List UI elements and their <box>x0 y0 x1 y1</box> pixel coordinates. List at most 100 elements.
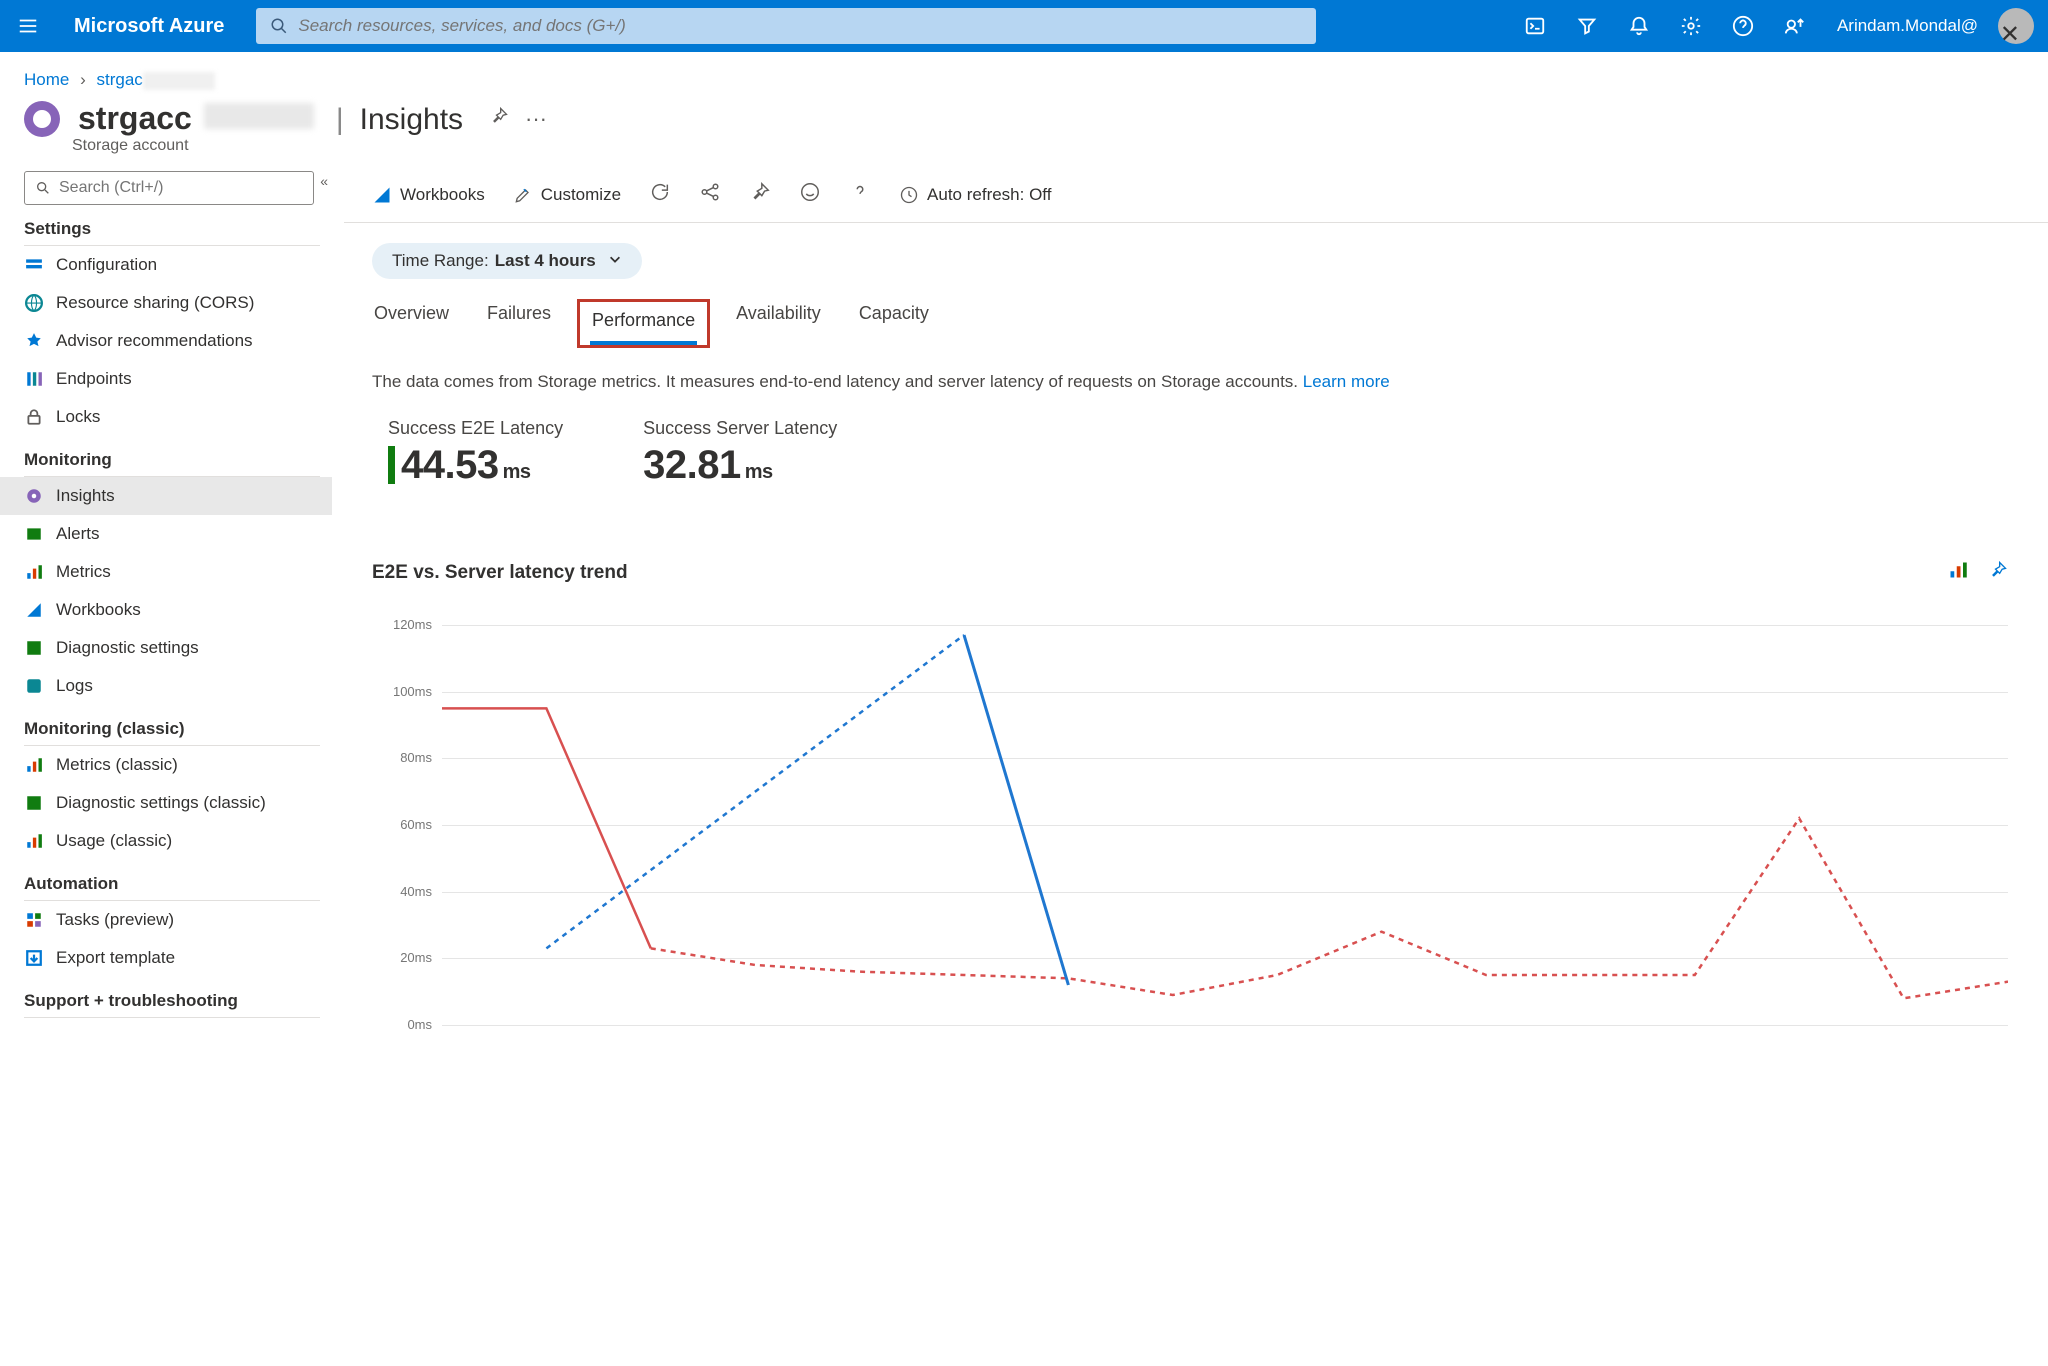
filter-bar: Time Range: Last 4 hours <box>344 223 2048 295</box>
sidebar-item-endpoints[interactable]: Endpoints <box>24 360 320 398</box>
sidebar-item-locks[interactable]: Locks <box>24 398 320 436</box>
kpi-value: 44.53ms <box>388 443 563 488</box>
tab-performance[interactable]: Performance <box>590 306 697 345</box>
sidebar-item-metrics[interactable]: Metrics <box>24 553 320 591</box>
search-icon <box>270 17 288 35</box>
breadcrumb: Home › strgac <box>0 52 2048 100</box>
tab-overview[interactable]: Overview <box>372 299 451 348</box>
sidebar-item-workbooks[interactable]: Workbooks <box>24 591 320 629</box>
description-text: The data comes from Storage metrics. It … <box>372 372 1303 391</box>
main-content: Workbooks Customize Auto refresh: Off Ti… <box>344 163 2048 1366</box>
sidebar-item-label: Locks <box>56 407 100 427</box>
collapse-sidebar-icon[interactable]: « <box>320 173 328 189</box>
directory-filter-icon[interactable] <box>1561 0 1613 52</box>
pin-icon[interactable] <box>489 106 509 131</box>
sidebar-item-label: Resource sharing (CORS) <box>56 293 254 313</box>
notifications-icon[interactable] <box>1613 0 1665 52</box>
nav-group-settings: Settings <box>24 213 320 246</box>
y-tick-label: 100ms <box>393 684 432 699</box>
time-range-picker[interactable]: Time Range: Last 4 hours <box>372 243 642 279</box>
sidebar-item-diagnostic-classic[interactable]: Diagnostic settings (classic) <box>24 784 320 822</box>
insights-tabs: Overview Failures Performance Availabili… <box>344 295 2048 348</box>
sidebar-item-label: Alerts <box>56 524 99 544</box>
breadcrumb-home[interactable]: Home <box>24 70 69 89</box>
sidebar-item-usage-classic[interactable]: Usage (classic) <box>24 822 320 860</box>
close-icon[interactable]: ✕ <box>2000 20 2020 49</box>
tab-capacity[interactable]: Capacity <box>857 299 931 348</box>
pin-icon[interactable] <box>749 181 771 208</box>
sidebar-item-metrics-classic[interactable]: Metrics (classic) <box>24 746 320 784</box>
learn-more-link[interactable]: Learn more <box>1303 372 1390 391</box>
workbooks-icon <box>24 600 44 620</box>
insights-icon <box>24 486 44 506</box>
usage-icon <box>24 831 44 851</box>
sidebar-item-export-template[interactable]: Export template <box>24 939 320 977</box>
open-metrics-icon[interactable] <box>1948 560 1968 585</box>
toolbar-label: Customize <box>541 185 621 205</box>
time-range-label: Time Range: <box>392 251 489 271</box>
settings-icon[interactable] <box>1665 0 1717 52</box>
customize-button[interactable]: Customize <box>513 185 621 205</box>
sidebar-item-label: Diagnostic settings (classic) <box>56 793 266 813</box>
tab-availability[interactable]: Availability <box>734 299 823 348</box>
sidebar-search[interactable] <box>24 171 314 205</box>
blade-toolbar: Workbooks Customize Auto refresh: Off <box>344 163 2048 223</box>
sidebar-item-tasks[interactable]: Tasks (preview) <box>24 901 320 939</box>
sidebar-item-advisor[interactable]: Advisor recommendations <box>24 322 320 360</box>
page-title: strgacc | Insights <box>78 100 463 137</box>
help-icon[interactable] <box>1717 0 1769 52</box>
cloud-shell-icon[interactable] <box>1509 0 1561 52</box>
y-tick-label: 60ms <box>400 817 432 832</box>
metrics-icon <box>24 755 44 775</box>
tab-failures[interactable]: Failures <box>485 299 553 348</box>
hamburger-icon[interactable] <box>14 12 42 40</box>
refresh-icon[interactable] <box>649 181 671 208</box>
sidebar-item-insights[interactable]: Insights <box>0 477 332 515</box>
toolbar-label: Auto refresh: Off <box>927 185 1051 205</box>
feedback-icon[interactable] <box>1769 0 1821 52</box>
diagnostic-icon <box>24 638 44 658</box>
time-range-value: Last 4 hours <box>495 251 596 271</box>
sidebar-item-label: Endpoints <box>56 369 132 389</box>
advisor-icon <box>24 331 44 351</box>
sidebar: « Settings Configuration Resource sharin… <box>0 163 332 1018</box>
kpi-row: Success E2E Latency 44.53ms Success Serv… <box>344 392 2048 500</box>
global-search-input[interactable] <box>298 16 1302 36</box>
workbooks-button[interactable]: Workbooks <box>372 185 485 205</box>
tab-description: The data comes from Storage metrics. It … <box>344 348 2048 392</box>
sidebar-item-label: Metrics <box>56 562 111 582</box>
autorefresh-button[interactable]: Auto refresh: Off <box>899 185 1051 205</box>
nav-group-monitoring-classic: Monitoring (classic) <box>24 713 320 746</box>
search-icon <box>35 180 51 196</box>
latency-chart[interactable]: 0ms20ms40ms60ms80ms100ms120ms <box>372 625 2008 1025</box>
share-icon[interactable] <box>699 181 721 208</box>
global-search[interactable] <box>256 8 1316 44</box>
user-label[interactable]: Arindam.Mondal@ <box>1821 16 1994 36</box>
sidebar-item-configuration[interactable]: Configuration <box>24 246 320 284</box>
sidebar-item-cors[interactable]: Resource sharing (CORS) <box>24 284 320 322</box>
sidebar-item-alerts[interactable]: Alerts <box>24 515 320 553</box>
metrics-icon <box>24 562 44 582</box>
sidebar-item-label: Insights <box>56 486 115 506</box>
feedback-smile-icon[interactable] <box>799 181 821 208</box>
sidebar-item-diagnostic[interactable]: Diagnostic settings <box>24 629 320 667</box>
kpi-label: Success Server Latency <box>643 418 837 439</box>
y-tick-label: 80ms <box>400 750 432 765</box>
breadcrumb-resource[interactable]: strgac <box>97 70 215 89</box>
more-icon[interactable]: ··· <box>515 106 547 132</box>
diagnostic-icon <box>24 793 44 813</box>
config-icon <box>24 255 44 275</box>
brand-label[interactable]: Microsoft Azure <box>56 15 242 38</box>
sidebar-item-logs[interactable]: Logs <box>24 667 320 705</box>
y-tick-label: 0ms <box>407 1017 432 1032</box>
nav-group-monitoring: Monitoring <box>24 444 320 477</box>
sidebar-item-label: Configuration <box>56 255 157 275</box>
globe-icon <box>24 293 44 313</box>
breadcrumb-sep: › <box>74 70 92 89</box>
chart-section: E2E vs. Server latency trend 0ms20ms40ms… <box>344 500 2048 1025</box>
toolbar-label: Workbooks <box>400 185 485 205</box>
kpi-server-latency: Success Server Latency 32.81ms <box>643 418 837 488</box>
sidebar-search-input[interactable] <box>59 179 303 197</box>
help-icon[interactable] <box>849 181 871 208</box>
pin-chart-icon[interactable] <box>1988 560 2008 585</box>
